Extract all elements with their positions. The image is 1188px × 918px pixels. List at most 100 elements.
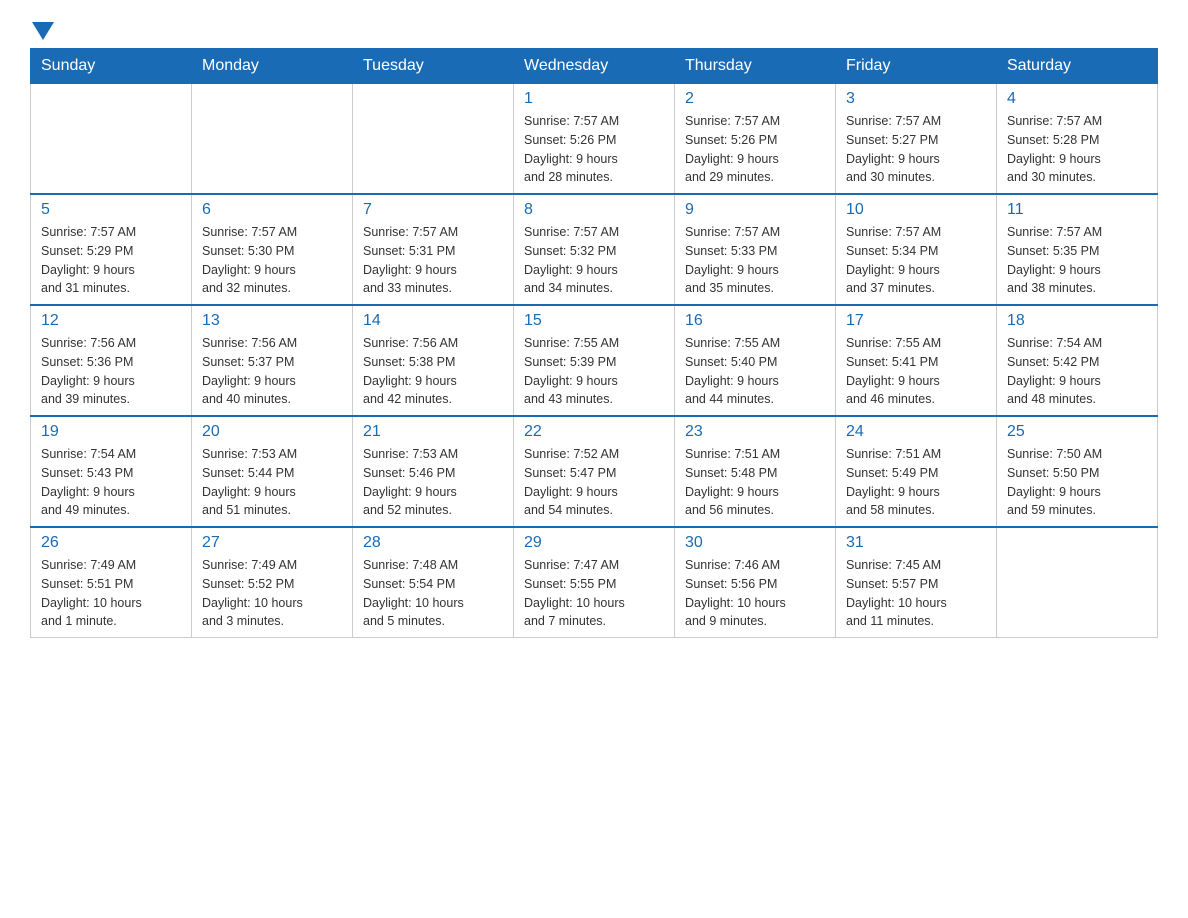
calendar-cell: 12 Sunrise: 7:56 AM Sunset: 5:36 PM Dayli… bbox=[31, 305, 192, 416]
day-number: 9 bbox=[685, 201, 825, 219]
day-info: Sunrise: 7:46 AM Sunset: 5:56 PM Dayligh… bbox=[685, 556, 825, 631]
calendar-cell: 11Sunrise: 7:57 AM Sunset: 5:35 PM Dayli… bbox=[997, 194, 1158, 305]
logo bbox=[30, 20, 54, 38]
day-number: 30 bbox=[685, 534, 825, 552]
calendar-cell: 25 Sunrise: 7:50 AM Sunset: 5:50 PM Dayli… bbox=[997, 416, 1158, 527]
day-info: Sunrise: 7:57 AM Sunset: 5:31 PM Dayligh… bbox=[363, 223, 503, 298]
calendar-cell: 27Sunrise: 7:49 AM Sunset: 5:52 PM Dayli… bbox=[192, 527, 353, 638]
calendar-cell: 13 Sunrise: 7:56 AM Sunset: 5:37 PM Dayli… bbox=[192, 305, 353, 416]
page-header bbox=[30, 20, 1158, 38]
day-number: 26 bbox=[41, 534, 181, 552]
day-info: Sunrise: 7:57 AM Sunset: 5:26 PM Dayligh… bbox=[524, 112, 664, 187]
day-info: Sunrise: 7:50 AM Sunset: 5:50 PM Dayligh… bbox=[1007, 445, 1147, 520]
day-info: Sunrise: 7:54 AM Sunset: 5:42 PM Dayligh… bbox=[1007, 334, 1147, 409]
day-info: Sunrise: 7:51 AM Sunset: 5:49 PM Dayligh… bbox=[846, 445, 986, 520]
calendar-cell: 17 Sunrise: 7:55 AM Sunset: 5:41 PM Dayli… bbox=[836, 305, 997, 416]
day-number: 12 bbox=[41, 312, 181, 330]
calendar-cell: 26 Sunrise: 7:49 AM Sunset: 5:51 PM Dayli… bbox=[31, 527, 192, 638]
calendar-cell: 14 Sunrise: 7:56 AM Sunset: 5:38 PM Dayli… bbox=[353, 305, 514, 416]
day-number: 23 bbox=[685, 423, 825, 441]
calendar-cell bbox=[353, 84, 514, 195]
day-info: Sunrise: 7:57 AM Sunset: 5:32 PM Dayligh… bbox=[524, 223, 664, 298]
day-number: 19 bbox=[41, 423, 181, 441]
calendar-cell: 6 Sunrise: 7:57 AM Sunset: 5:30 PM Daylig… bbox=[192, 194, 353, 305]
day-info: Sunrise: 7:55 AM Sunset: 5:41 PM Dayligh… bbox=[846, 334, 986, 409]
day-info: Sunrise: 7:48 AM Sunset: 5:54 PM Dayligh… bbox=[363, 556, 503, 631]
day-number: 20 bbox=[202, 423, 342, 441]
day-number: 13 bbox=[202, 312, 342, 330]
day-number: 22 bbox=[524, 423, 664, 441]
calendar-cell: 24Sunrise: 7:51 AM Sunset: 5:49 PM Dayli… bbox=[836, 416, 997, 527]
day-number: 4 bbox=[1007, 90, 1147, 108]
calendar-cell: 19 Sunrise: 7:54 AM Sunset: 5:43 PM Dayli… bbox=[31, 416, 192, 527]
day-number: 10 bbox=[846, 201, 986, 219]
calendar-cell: 18Sunrise: 7:54 AM Sunset: 5:42 PM Dayli… bbox=[997, 305, 1158, 416]
day-info: Sunrise: 7:56 AM Sunset: 5:36 PM Dayligh… bbox=[41, 334, 181, 409]
calendar-cell: 30 Sunrise: 7:46 AM Sunset: 5:56 PM Dayli… bbox=[675, 527, 836, 638]
calendar-cell bbox=[997, 527, 1158, 638]
day-info: Sunrise: 7:57 AM Sunset: 5:28 PM Dayligh… bbox=[1007, 112, 1147, 187]
day-number: 8 bbox=[524, 201, 664, 219]
calendar-cell: 5Sunrise: 7:57 AM Sunset: 5:29 PM Daylig… bbox=[31, 194, 192, 305]
day-info: Sunrise: 7:54 AM Sunset: 5:43 PM Dayligh… bbox=[41, 445, 181, 520]
day-info: Sunrise: 7:55 AM Sunset: 5:40 PM Dayligh… bbox=[685, 334, 825, 409]
day-number: 29 bbox=[524, 534, 664, 552]
calendar-cell: 28 Sunrise: 7:48 AM Sunset: 5:54 PM Dayli… bbox=[353, 527, 514, 638]
header-day-sunday: Sunday bbox=[31, 49, 192, 84]
day-number: 5 bbox=[41, 201, 181, 219]
day-info: Sunrise: 7:57 AM Sunset: 5:27 PM Dayligh… bbox=[846, 112, 986, 187]
day-info: Sunrise: 7:57 AM Sunset: 5:34 PM Dayligh… bbox=[846, 223, 986, 298]
calendar-cell: 20 Sunrise: 7:53 AM Sunset: 5:44 PM Dayli… bbox=[192, 416, 353, 527]
day-number: 17 bbox=[846, 312, 986, 330]
header-day-friday: Friday bbox=[836, 49, 997, 84]
day-number: 21 bbox=[363, 423, 503, 441]
day-info: Sunrise: 7:45 AM Sunset: 5:57 PM Dayligh… bbox=[846, 556, 986, 631]
day-number: 14 bbox=[363, 312, 503, 330]
week-row-5: 26 Sunrise: 7:49 AM Sunset: 5:51 PM Dayli… bbox=[31, 527, 1158, 638]
week-row-1: 1Sunrise: 7:57 AM Sunset: 5:26 PM Daylig… bbox=[31, 84, 1158, 195]
day-info: Sunrise: 7:57 AM Sunset: 5:33 PM Dayligh… bbox=[685, 223, 825, 298]
day-info: Sunrise: 7:56 AM Sunset: 5:37 PM Dayligh… bbox=[202, 334, 342, 409]
day-number: 7 bbox=[363, 201, 503, 219]
week-row-3: 12 Sunrise: 7:56 AM Sunset: 5:36 PM Dayli… bbox=[31, 305, 1158, 416]
day-info: Sunrise: 7:57 AM Sunset: 5:26 PM Dayligh… bbox=[685, 112, 825, 187]
header-day-saturday: Saturday bbox=[997, 49, 1158, 84]
day-number: 6 bbox=[202, 201, 342, 219]
week-row-4: 19 Sunrise: 7:54 AM Sunset: 5:43 PM Dayli… bbox=[31, 416, 1158, 527]
day-number: 3 bbox=[846, 90, 986, 108]
day-info: Sunrise: 7:53 AM Sunset: 5:44 PM Dayligh… bbox=[202, 445, 342, 520]
calendar-header: SundayMondayTuesdayWednesdayThursdayFrid… bbox=[31, 49, 1158, 84]
calendar-cell: 3 Sunrise: 7:57 AM Sunset: 5:27 PM Daylig… bbox=[836, 84, 997, 195]
day-number: 28 bbox=[363, 534, 503, 552]
calendar-cell: 10 Sunrise: 7:57 AM Sunset: 5:34 PM Dayli… bbox=[836, 194, 997, 305]
calendar-cell: 31 Sunrise: 7:45 AM Sunset: 5:57 PM Dayli… bbox=[836, 527, 997, 638]
header-day-tuesday: Tuesday bbox=[353, 49, 514, 84]
day-info: Sunrise: 7:57 AM Sunset: 5:35 PM Dayligh… bbox=[1007, 223, 1147, 298]
day-info: Sunrise: 7:56 AM Sunset: 5:38 PM Dayligh… bbox=[363, 334, 503, 409]
calendar-cell: 21 Sunrise: 7:53 AM Sunset: 5:46 PM Dayli… bbox=[353, 416, 514, 527]
day-number: 16 bbox=[685, 312, 825, 330]
day-number: 25 bbox=[1007, 423, 1147, 441]
day-info: Sunrise: 7:47 AM Sunset: 5:55 PM Dayligh… bbox=[524, 556, 664, 631]
calendar-table: SundayMondayTuesdayWednesdayThursdayFrid… bbox=[30, 48, 1158, 638]
calendar-cell bbox=[31, 84, 192, 195]
day-number: 31 bbox=[846, 534, 986, 552]
calendar-cell: 7 Sunrise: 7:57 AM Sunset: 5:31 PM Daylig… bbox=[353, 194, 514, 305]
calendar-cell: 1Sunrise: 7:57 AM Sunset: 5:26 PM Daylig… bbox=[514, 84, 675, 195]
calendar-cell bbox=[192, 84, 353, 195]
calendar-cell: 9 Sunrise: 7:57 AM Sunset: 5:33 PM Daylig… bbox=[675, 194, 836, 305]
logo-triangle-icon bbox=[32, 22, 54, 42]
day-info: Sunrise: 7:53 AM Sunset: 5:46 PM Dayligh… bbox=[363, 445, 503, 520]
calendar-cell: 23 Sunrise: 7:51 AM Sunset: 5:48 PM Dayli… bbox=[675, 416, 836, 527]
day-info: Sunrise: 7:57 AM Sunset: 5:30 PM Dayligh… bbox=[202, 223, 342, 298]
calendar-cell: 16 Sunrise: 7:55 AM Sunset: 5:40 PM Dayli… bbox=[675, 305, 836, 416]
day-info: Sunrise: 7:51 AM Sunset: 5:48 PM Dayligh… bbox=[685, 445, 825, 520]
calendar-cell: 29 Sunrise: 7:47 AM Sunset: 5:55 PM Dayli… bbox=[514, 527, 675, 638]
day-info: Sunrise: 7:49 AM Sunset: 5:51 PM Dayligh… bbox=[41, 556, 181, 631]
header-row: SundayMondayTuesdayWednesdayThursdayFrid… bbox=[31, 49, 1158, 84]
calendar-cell: 8 Sunrise: 7:57 AM Sunset: 5:32 PM Daylig… bbox=[514, 194, 675, 305]
calendar-body: 1Sunrise: 7:57 AM Sunset: 5:26 PM Daylig… bbox=[31, 84, 1158, 638]
day-number: 15 bbox=[524, 312, 664, 330]
week-row-2: 5Sunrise: 7:57 AM Sunset: 5:29 PM Daylig… bbox=[31, 194, 1158, 305]
calendar-cell: 15Sunrise: 7:55 AM Sunset: 5:39 PM Dayli… bbox=[514, 305, 675, 416]
